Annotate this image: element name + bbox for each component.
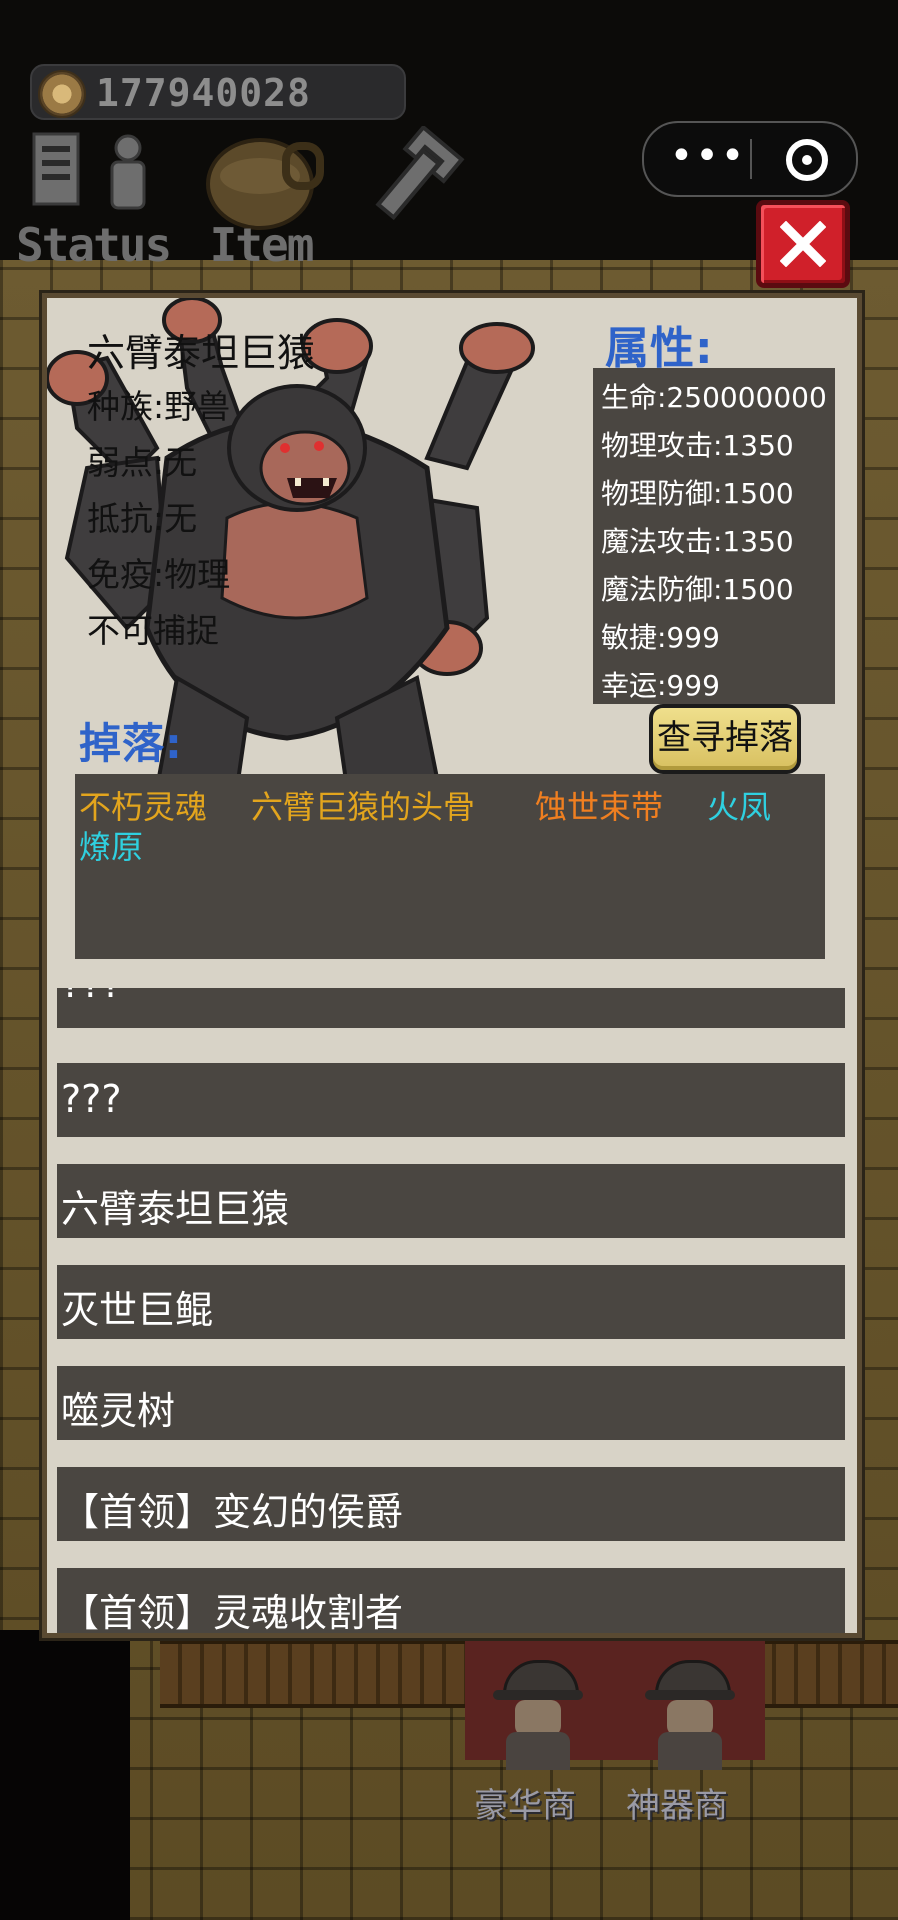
- monster-list-row[interactable]: ???: [57, 988, 845, 1028]
- monster-list-label: 噬灵树: [61, 1389, 176, 1433]
- drop-item[interactable]: 燎原: [79, 822, 143, 868]
- monster-list-row[interactable]: 【首领】灵魂收割者: [57, 1568, 845, 1635]
- coin-icon: [38, 70, 86, 118]
- drops-title: 掉落:: [79, 719, 183, 768]
- attr-luck: 幸运:999: [601, 669, 720, 702]
- drop-item[interactable]: 蚀世束带: [535, 782, 663, 828]
- mini-program-capsule: •••: [642, 121, 858, 197]
- drop-item[interactable]: 六臂巨猿的头骨: [251, 782, 475, 828]
- monster-resistance: 抵抗:无: [87, 499, 198, 538]
- item-button[interactable]: Item: [186, 126, 336, 276]
- attr-agility: 敏捷:999: [601, 621, 720, 654]
- luxury-merchant-npc[interactable]: [488, 1660, 588, 1770]
- coin-counter: 177940028: [30, 64, 406, 120]
- monster-list-label: ???: [61, 988, 122, 1006]
- close-button[interactable]: [756, 200, 850, 288]
- attr-magic-attack: 魔法攻击:1350: [601, 525, 794, 558]
- close-icon: [780, 221, 826, 267]
- attr-magic-defense: 魔法防御:1500: [601, 573, 794, 606]
- find-drops-button[interactable]: 查寻掉落: [649, 704, 801, 774]
- capsule-divider: [750, 139, 752, 179]
- status-button[interactable]: Status: [16, 126, 172, 276]
- attributes-title: 属性:: [605, 323, 714, 374]
- monster-list-row[interactable]: 噬灵树: [57, 1366, 845, 1440]
- monster-weakness: 弱点:无: [87, 443, 198, 482]
- monster-name: 六臂泰坦巨猿: [87, 331, 316, 375]
- drops-box: 不朽灵魂 六臂巨猿的头骨 蚀世束带 火凤 燎原: [75, 774, 825, 959]
- more-icon[interactable]: •••: [666, 131, 750, 187]
- monster-list-row[interactable]: 六臂泰坦巨猿: [57, 1164, 845, 1238]
- monster-list-label: 【首领】变幻的侯爵: [61, 1490, 404, 1534]
- drop-item[interactable]: 火凤: [707, 782, 771, 828]
- monster-race: 种族:野兽: [87, 387, 231, 426]
- attr-phys-defense: 物理防御:1500: [601, 477, 794, 510]
- wrench-icon: [375, 124, 465, 221]
- coin-value: 177940028: [96, 71, 311, 115]
- monster-list-row[interactable]: 【首领】变幻的侯爵: [57, 1467, 845, 1541]
- attr-hp: 生命:250000000: [601, 381, 827, 414]
- attr-phys-attack: 物理攻击:1350: [601, 429, 794, 462]
- monster-list-row[interactable]: 灭世巨鲲: [57, 1265, 845, 1339]
- monster-list-row[interactable]: ???: [57, 1063, 845, 1137]
- attributes-box: 生命:250000000 物理攻击:1350 物理防御:1500 魔法攻击:13…: [593, 368, 835, 704]
- monster-list-label: 【首领】灵魂收割者: [61, 1591, 404, 1635]
- monster-list-label: ???: [61, 1077, 122, 1121]
- luxury-merchant-label: 豪华商: [474, 1786, 576, 1826]
- status-label: Status: [16, 218, 172, 272]
- bestiary-panel: 六臂泰坦巨猿 种族:野兽 弱点:无 抵抗:无 免疫:物理 不可捕捉 属性: 生命…: [42, 293, 862, 1638]
- monster-capture-status: 不可捕捉: [87, 611, 219, 650]
- settings-button[interactable]: [356, 124, 466, 276]
- monster-list-label: 灭世巨鲲: [61, 1288, 214, 1332]
- artifact-merchant-npc[interactable]: [640, 1660, 740, 1770]
- dark-corner: [0, 1630, 130, 1920]
- target-icon[interactable]: [786, 139, 828, 181]
- item-label: Item: [209, 218, 315, 272]
- monster-list-label: 六臂泰坦巨猿: [61, 1187, 290, 1231]
- artifact-merchant-label: 神器商: [626, 1786, 728, 1826]
- monster-immunity: 免疫:物理: [87, 555, 231, 594]
